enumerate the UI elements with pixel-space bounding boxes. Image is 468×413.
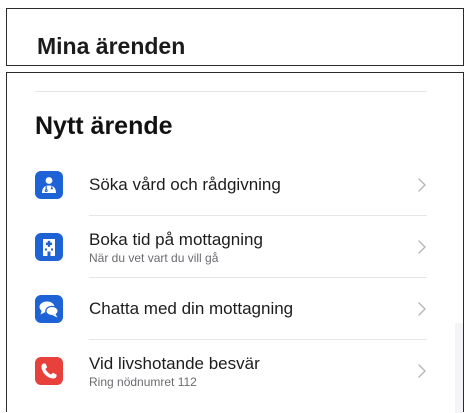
chat-bubbles-icon xyxy=(35,295,63,323)
list-item-chat-clinic[interactable]: Chatta med din mottagning xyxy=(35,278,427,340)
list-item-book-appointment[interactable]: Boka tid på mottagning När du vet vart d… xyxy=(35,216,427,278)
item-label: Chatta med din mottagning xyxy=(89,299,294,318)
my-cases-title: Mina ärenden xyxy=(37,33,186,59)
chevron-right-icon xyxy=(418,364,426,378)
item-label: Boka tid på mottagning xyxy=(89,229,263,249)
chevron-right-icon xyxy=(418,302,426,316)
divider xyxy=(35,91,427,92)
new-case-card: Nytt ärende Söka vård och rådgivning Bok… xyxy=(6,72,464,413)
new-case-title: Nytt ärende xyxy=(35,112,173,140)
clinic-building-icon xyxy=(35,233,63,261)
item-label: Söka vård och rådgivning xyxy=(89,175,281,194)
new-case-list: Söka vård och rådgivning Boka tid på mot… xyxy=(35,154,427,402)
scrollbar[interactable] xyxy=(455,323,463,413)
list-item-seek-care[interactable]: Söka vård och rådgivning xyxy=(35,154,427,216)
item-subtitle: Ring nödnumret 112 xyxy=(89,374,197,389)
my-cases-card: Mina ärenden xyxy=(6,8,464,66)
chevron-right-icon xyxy=(418,178,426,192)
doctor-icon xyxy=(35,171,63,199)
list-item-emergency[interactable]: Vid livshotande besvär Ring nödnumret 11… xyxy=(35,340,427,402)
item-label: Vid livshotande besvär xyxy=(89,353,260,373)
item-subtitle: När du vet vart du vill gå xyxy=(89,250,219,265)
phone-icon xyxy=(35,357,63,385)
chevron-right-icon xyxy=(418,240,426,254)
